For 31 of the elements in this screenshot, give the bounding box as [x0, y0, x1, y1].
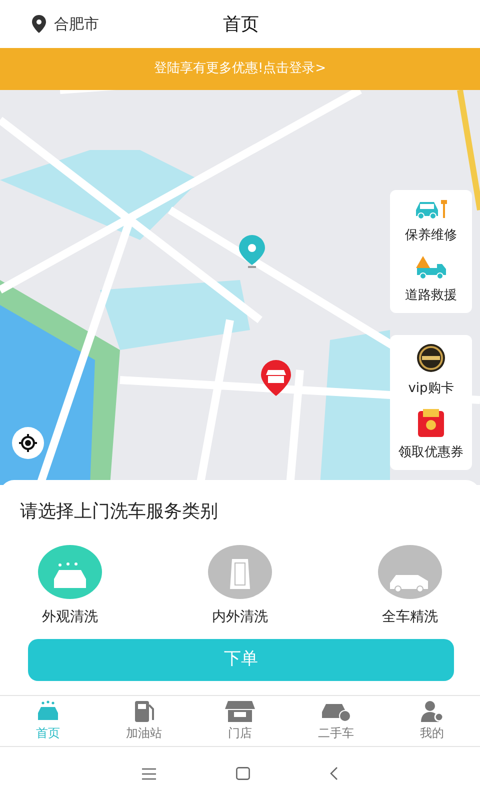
home-square-icon[interactable] — [236, 767, 250, 780]
map-pin-icon — [238, 235, 266, 269]
shortcut-button[interactable]: 领取优惠券 — [398, 408, 464, 462]
service-option[interactable]: 全车精洗 — [378, 545, 442, 628]
back-icon[interactable] — [330, 767, 338, 780]
tab-button[interactable]: 我的 — [384, 696, 480, 746]
locate-icon — [19, 434, 37, 452]
menu-icon[interactable] — [142, 768, 156, 780]
location-pin-icon — [32, 15, 46, 33]
service-icon — [378, 545, 442, 599]
city-label[interactable]: 合肥市 — [54, 12, 99, 36]
shortcut-button[interactable]: 保养维修 — [405, 198, 457, 246]
store-marker-icon — [260, 360, 292, 396]
envelope-icon — [415, 408, 447, 436]
car-icon — [35, 700, 61, 722]
service-icon — [38, 545, 102, 599]
storefront-icon — [225, 700, 255, 722]
sheet-title: 请选择上门洗车服务类别 — [20, 500, 219, 524]
vip-badge-icon — [414, 343, 448, 373]
page-title: 首页 — [223, 12, 259, 36]
shortcut-button[interactable]: 道路救援 — [405, 256, 457, 305]
service-option[interactable]: 外观清洗 — [38, 545, 102, 628]
user-icon — [419, 700, 445, 722]
tab-button[interactable]: 门店 — [192, 696, 288, 746]
tab-button[interactable]: 加油站 — [96, 696, 192, 746]
service-option[interactable]: 内外清洗 — [208, 545, 272, 628]
tab-button[interactable]: 二手车 — [288, 696, 384, 746]
car-wrench-icon — [414, 198, 448, 220]
shortcut-button[interactable]: vip购卡 — [408, 343, 454, 398]
service-icon — [208, 545, 272, 599]
warning-truck-icon — [415, 256, 447, 280]
